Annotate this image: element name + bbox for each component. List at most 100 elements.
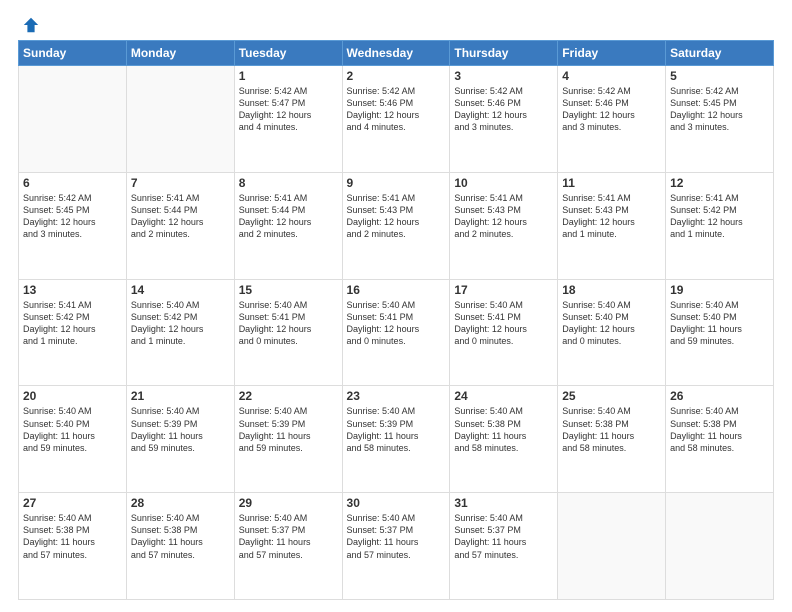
calendar-cell [19,66,127,173]
calendar-row-4: 27Sunrise: 5:40 AM Sunset: 5:38 PM Dayli… [19,493,774,600]
calendar-cell: 2Sunrise: 5:42 AM Sunset: 5:46 PM Daylig… [342,66,450,173]
day-number: 19 [670,283,769,297]
day-number: 17 [454,283,553,297]
day-number: 27 [23,496,122,510]
cell-text: Sunrise: 5:42 AM Sunset: 5:46 PM Dayligh… [454,85,553,134]
calendar-cell [558,493,666,600]
day-number: 25 [562,389,661,403]
cell-text: Sunrise: 5:40 AM Sunset: 5:38 PM Dayligh… [454,405,553,454]
calendar-cell: 17 Sunrise: 5:40 AM Sunset: 5:41 PM Dayli… [450,279,558,386]
day-number: 4 [562,69,661,83]
cell-text: Sunrise: 5:40 AM Sunset: 5:41 PM Dayligh… [347,299,446,348]
calendar-cell: 19 Sunrise: 5:40 AM Sunset: 5:40 PM Dayli… [666,279,774,386]
calendar-cell: 18 Sunrise: 5:40 AM Sunset: 5:40 PM Dayli… [558,279,666,386]
cell-text: Sunrise: 5:41 AM Sunset: 5:43 PM Dayligh… [562,192,661,241]
calendar-cell: 28Sunrise: 5:40 AM Sunset: 5:38 PM Dayli… [126,493,234,600]
calendar-cell: 22 Sunrise: 5:40 AM Sunset: 5:39 PM Dayli… [234,386,342,493]
calendar-header-row: SundayMondayTuesdayWednesdayThursdayFrid… [19,41,774,66]
logo-icon [22,16,40,34]
cell-text: Sunrise: 5:40 AM Sunset: 5:38 PM Dayligh… [562,405,661,454]
cell-text: Sunrise: 5:42 AM Sunset: 5:45 PM Dayligh… [23,192,122,241]
day-number: 7 [131,176,230,190]
calendar-weekday-sunday: Sunday [19,41,127,66]
calendar-cell: 8Sunrise: 5:41 AM Sunset: 5:44 PM Daylig… [234,172,342,279]
cell-text: Sunrise: 5:40 AM Sunset: 5:38 PM Dayligh… [670,405,769,454]
calendar-cell: 12 Sunrise: 5:41 AM Sunset: 5:42 PM Dayli… [666,172,774,279]
cell-text: Sunrise: 5:41 AM Sunset: 5:42 PM Dayligh… [23,299,122,348]
calendar-cell: 10 Sunrise: 5:41 AM Sunset: 5:43 PM Dayli… [450,172,558,279]
day-number: 16 [347,283,446,297]
cell-text: Sunrise: 5:40 AM Sunset: 5:39 PM Dayligh… [239,405,338,454]
cell-text: Sunrise: 5:42 AM Sunset: 5:45 PM Dayligh… [670,85,769,134]
day-number: 11 [562,176,661,190]
calendar-cell: 31Sunrise: 5:40 AM Sunset: 5:37 PM Dayli… [450,493,558,600]
calendar-cell: 9 Sunrise: 5:41 AM Sunset: 5:43 PM Daylig… [342,172,450,279]
page: SundayMondayTuesdayWednesdayThursdayFrid… [0,0,792,612]
calendar-cell: 23Sunrise: 5:40 AM Sunset: 5:39 PM Dayli… [342,386,450,493]
day-number: 15 [239,283,338,297]
calendar-weekday-tuesday: Tuesday [234,41,342,66]
calendar-cell: 3 Sunrise: 5:42 AM Sunset: 5:46 PM Daylig… [450,66,558,173]
cell-text: Sunrise: 5:40 AM Sunset: 5:40 PM Dayligh… [562,299,661,348]
cell-text: Sunrise: 5:40 AM Sunset: 5:40 PM Dayligh… [23,405,122,454]
day-number: 21 [131,389,230,403]
cell-text: Sunrise: 5:40 AM Sunset: 5:41 PM Dayligh… [239,299,338,348]
cell-text: Sunrise: 5:41 AM Sunset: 5:42 PM Dayligh… [670,192,769,241]
day-number: 2 [347,69,446,83]
day-number: 9 [347,176,446,190]
calendar-table: SundayMondayTuesdayWednesdayThursdayFrid… [18,40,774,600]
day-number: 26 [670,389,769,403]
cell-text: Sunrise: 5:40 AM Sunset: 5:40 PM Dayligh… [670,299,769,348]
day-number: 12 [670,176,769,190]
calendar-cell: 21 Sunrise: 5:40 AM Sunset: 5:39 PM Dayli… [126,386,234,493]
calendar-row-0: 1 Sunrise: 5:42 AM Sunset: 5:47 PM Daylig… [19,66,774,173]
day-number: 1 [239,69,338,83]
day-number: 22 [239,389,338,403]
day-number: 10 [454,176,553,190]
day-number: 13 [23,283,122,297]
day-number: 20 [23,389,122,403]
cell-text: Sunrise: 5:40 AM Sunset: 5:41 PM Dayligh… [454,299,553,348]
calendar-cell: 13 Sunrise: 5:41 AM Sunset: 5:42 PM Dayli… [19,279,127,386]
calendar-cell: 7 Sunrise: 5:41 AM Sunset: 5:44 PM Daylig… [126,172,234,279]
calendar-cell: 29 Sunrise: 5:40 AM Sunset: 5:37 PM Dayli… [234,493,342,600]
calendar-cell: 1 Sunrise: 5:42 AM Sunset: 5:47 PM Daylig… [234,66,342,173]
day-number: 14 [131,283,230,297]
cell-text: Sunrise: 5:41 AM Sunset: 5:43 PM Dayligh… [454,192,553,241]
calendar-row-1: 6 Sunrise: 5:42 AM Sunset: 5:45 PM Daylig… [19,172,774,279]
day-number: 18 [562,283,661,297]
day-number: 29 [239,496,338,510]
day-number: 31 [454,496,553,510]
cell-text: Sunrise: 5:40 AM Sunset: 5:37 PM Dayligh… [239,512,338,561]
calendar-cell: 5 Sunrise: 5:42 AM Sunset: 5:45 PM Daylig… [666,66,774,173]
calendar-cell: 11 Sunrise: 5:41 AM Sunset: 5:43 PM Dayli… [558,172,666,279]
calendar-cell: 30 Sunrise: 5:40 AM Sunset: 5:37 PM Dayli… [342,493,450,600]
cell-text: Sunrise: 5:41 AM Sunset: 5:44 PM Dayligh… [239,192,338,241]
cell-text: Sunrise: 5:41 AM Sunset: 5:43 PM Dayligh… [347,192,446,241]
day-number: 24 [454,389,553,403]
calendar-weekday-saturday: Saturday [666,41,774,66]
cell-text: Sunrise: 5:40 AM Sunset: 5:42 PM Dayligh… [131,299,230,348]
day-number: 6 [23,176,122,190]
calendar-row-3: 20 Sunrise: 5:40 AM Sunset: 5:40 PM Dayli… [19,386,774,493]
day-number: 30 [347,496,446,510]
calendar-row-2: 13 Sunrise: 5:41 AM Sunset: 5:42 PM Dayli… [19,279,774,386]
calendar-cell: 20 Sunrise: 5:40 AM Sunset: 5:40 PM Dayli… [19,386,127,493]
calendar-weekday-thursday: Thursday [450,41,558,66]
logo [18,16,40,30]
cell-text: Sunrise: 5:40 AM Sunset: 5:39 PM Dayligh… [131,405,230,454]
day-number: 28 [131,496,230,510]
day-number: 3 [454,69,553,83]
calendar-cell: 15 Sunrise: 5:40 AM Sunset: 5:41 PM Dayli… [234,279,342,386]
day-number: 5 [670,69,769,83]
cell-text: Sunrise: 5:42 AM Sunset: 5:47 PM Dayligh… [239,85,338,134]
calendar-cell: 27Sunrise: 5:40 AM Sunset: 5:38 PM Dayli… [19,493,127,600]
cell-text: Sunrise: 5:40 AM Sunset: 5:37 PM Dayligh… [347,512,446,561]
cell-text: Sunrise: 5:41 AM Sunset: 5:44 PM Dayligh… [131,192,230,241]
calendar-weekday-monday: Monday [126,41,234,66]
calendar-cell: 25 Sunrise: 5:40 AM Sunset: 5:38 PM Dayli… [558,386,666,493]
calendar-cell: 24 Sunrise: 5:40 AM Sunset: 5:38 PM Dayli… [450,386,558,493]
calendar-weekday-friday: Friday [558,41,666,66]
calendar-cell: 4Sunrise: 5:42 AM Sunset: 5:46 PM Daylig… [558,66,666,173]
cell-text: Sunrise: 5:40 AM Sunset: 5:39 PM Dayligh… [347,405,446,454]
